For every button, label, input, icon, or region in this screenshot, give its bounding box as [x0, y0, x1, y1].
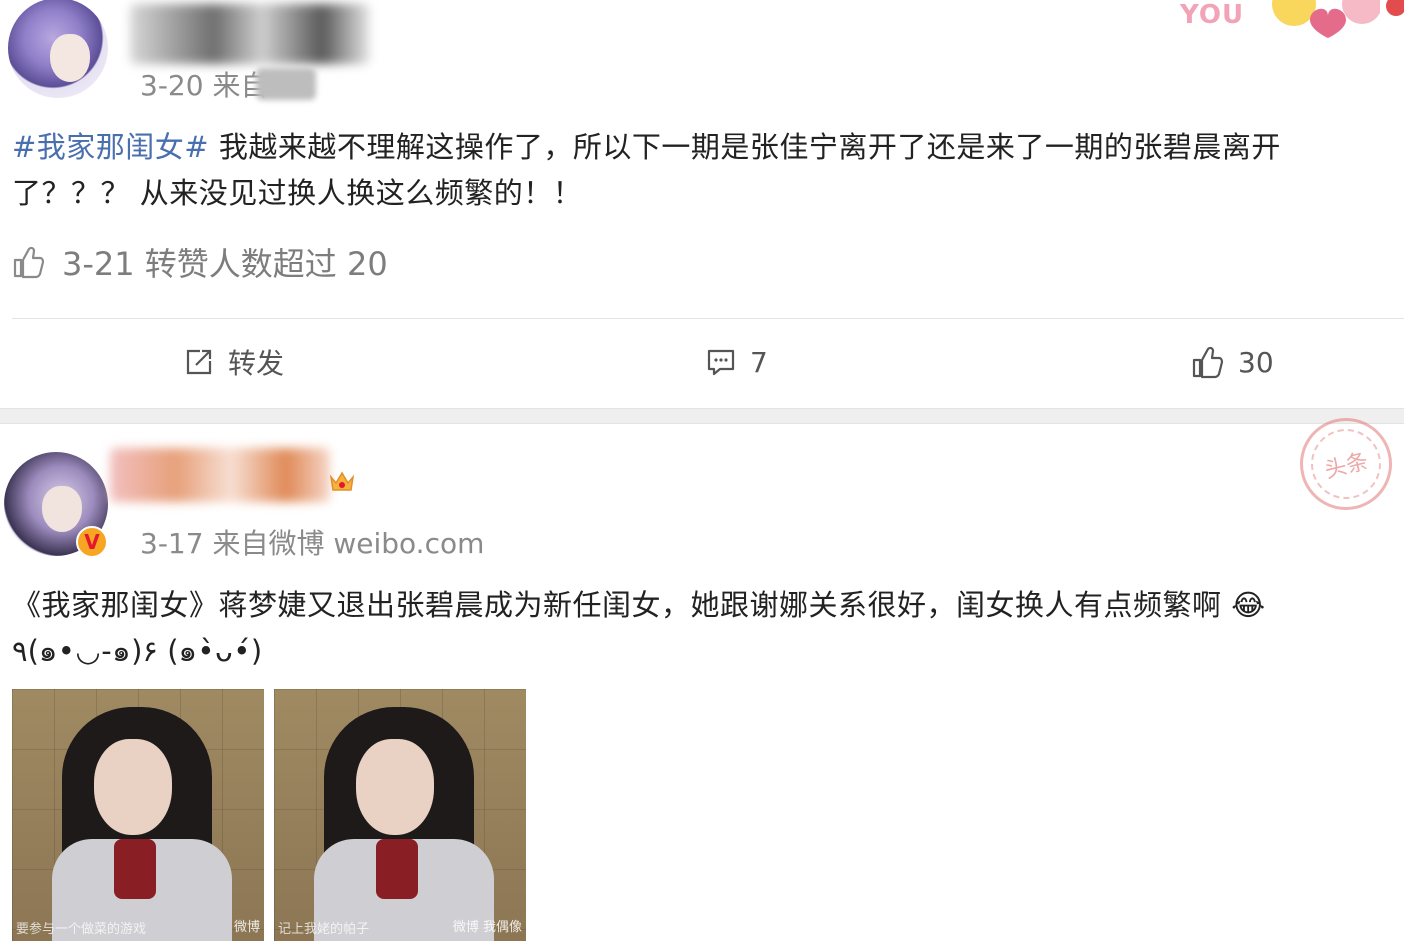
- liked-info-text: 3-21 转赞人数超过 20: [62, 245, 388, 283]
- user-avatar[interactable]: [8, 0, 108, 98]
- username-redacted-2[interactable]: [110, 448, 330, 502]
- post-meta-2: 3-17 来自微博 weibo.com: [140, 527, 485, 560]
- post-body-2-line-1: 《我家那闺女》蒋梦婕又退出张碧晨成为新任闺女，她跟谢娜关系很好，闺女换人有点频繁…: [12, 588, 1266, 622]
- thumbs-up-icon: [13, 246, 44, 279]
- post-image-1[interactable]: 要参与一个做菜的游戏 微博: [12, 689, 264, 941]
- post-separator: [0, 408, 1404, 424]
- post-image-2[interactable]: 记上我姥的帕子 微博 我偶像: [274, 689, 526, 941]
- like-count: 30: [1238, 345, 1274, 379]
- weibo-watermark-icon: 微博 我偶像: [452, 920, 522, 935]
- crown-icon: [329, 471, 355, 491]
- like-icon: [1192, 346, 1224, 379]
- weibo-watermark-icon: 微博: [233, 920, 260, 935]
- post-body: #我家那闺女# 我越来越不理解这操作了，所以下一期是张佳宁离开了还是来了一期的张…: [12, 124, 1402, 216]
- image-caption: 记上我姥的帕子: [278, 922, 370, 937]
- username-redacted[interactable]: [130, 4, 370, 64]
- hashtag-link[interactable]: #我家那闺女#: [12, 130, 209, 164]
- hearts-decoration-icon: [1272, 0, 1380, 38]
- comment-count: 7: [750, 345, 768, 379]
- post-body-2: 《我家那闺女》蒋梦婕又退出张碧晨成为新任闺女，她跟谢娜关系很好，闺女换人有点频繁…: [12, 582, 1404, 674]
- post-meta: 3-20 来自: [140, 69, 269, 102]
- post-body-line-2: 了？？？ 从来没见过换人换这么频繁的！！: [12, 176, 583, 210]
- decoration-you-text: YOU: [1180, 0, 1245, 30]
- repost-label: 转发: [228, 347, 285, 380]
- comment-icon: [707, 349, 735, 376]
- post-body-line-1: 我越来越不理解这操作了，所以下一期是张佳宁离开了还是来了一期的张碧晨离开: [209, 130, 1281, 164]
- post-body-2-line-2: ٩(๑•◡-๑)۶ (๑•̀ᴗ•́): [12, 634, 263, 668]
- post-card-1: 3-20 来自 YOU #我家那闺女# 我越来越不理解这操作了，所以下一期是张佳…: [0, 0, 1404, 408]
- vip-badge-icon: V: [76, 526, 108, 558]
- stamp-decoration: 头条: [1290, 408, 1402, 520]
- image-caption: 要参与一个做菜的游戏: [16, 922, 147, 937]
- decoration-dot: [1386, 0, 1404, 16]
- comment-button[interactable]: 7: [706, 340, 768, 384]
- repost-icon: [186, 349, 212, 375]
- repost-button[interactable]: 转发: [184, 340, 284, 384]
- liked-info: 3-21 转赞人数超过 20: [12, 240, 388, 284]
- like-button[interactable]: 30: [1190, 340, 1274, 384]
- divider: [12, 318, 1404, 319]
- source-redacted: [256, 68, 316, 100]
